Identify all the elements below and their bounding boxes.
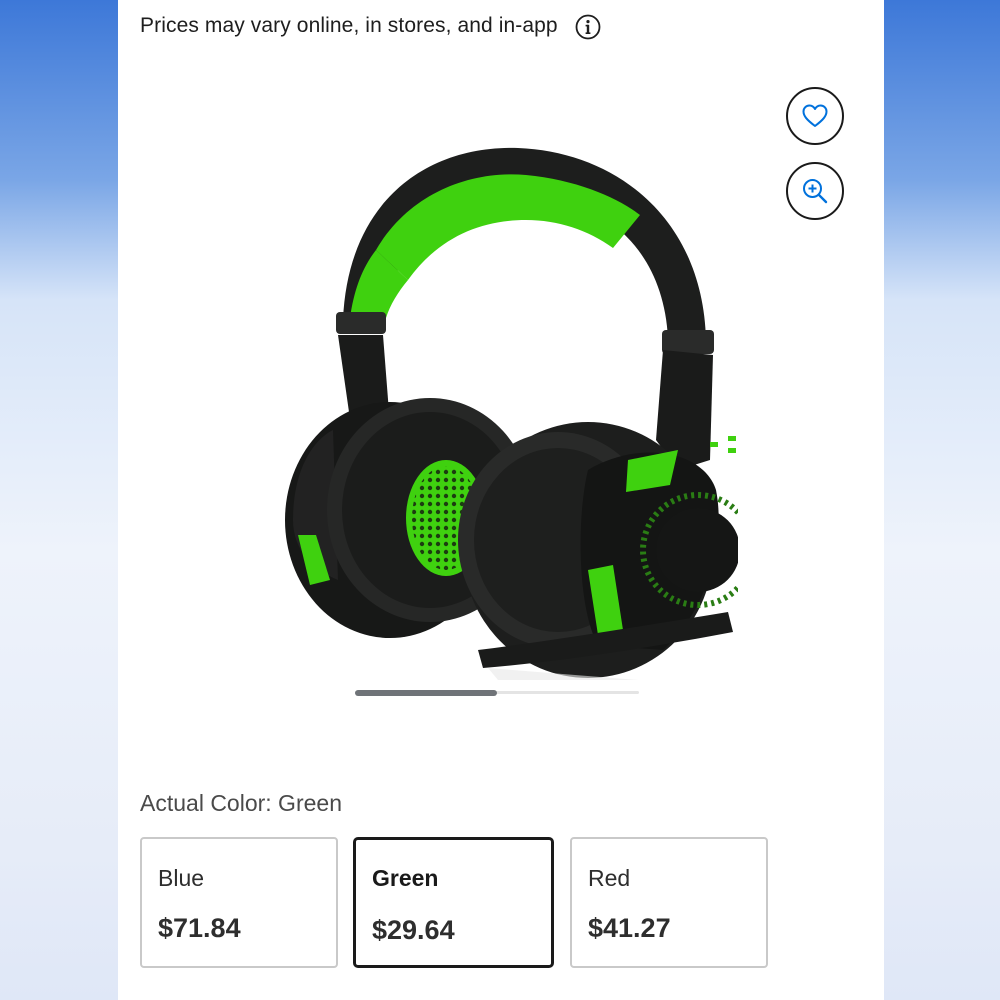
- image-carousel-indicator[interactable]: [355, 690, 639, 696]
- add-to-favorites-button[interactable]: [786, 87, 844, 145]
- actual-color-label: Actual Color: Green: [140, 790, 342, 816]
- price-disclaimer: Prices may vary online, in stores, and i…: [140, 14, 558, 37]
- color-option-blue[interactable]: Blue $71.84: [140, 837, 338, 968]
- color-option-red[interactable]: Red $41.27: [570, 837, 768, 968]
- zoom-image-button[interactable]: [786, 162, 844, 220]
- color-option-name: Blue: [158, 865, 205, 891]
- info-circle-icon[interactable]: [574, 13, 602, 41]
- color-option-price: $41.27: [588, 913, 671, 943]
- product-image-headset[interactable]: [258, 140, 738, 680]
- carousel-position-thumb: [355, 690, 497, 696]
- color-option-name: Green: [372, 865, 439, 891]
- color-option-price: $29.64: [372, 915, 455, 945]
- color-option-price: $71.84: [158, 913, 241, 943]
- zoom-in-icon: [803, 179, 828, 204]
- product-panel: Prices may vary online, in stores, and i…: [118, 0, 884, 1000]
- color-option-name: Red: [588, 865, 631, 891]
- heart-icon: [802, 104, 828, 127]
- color-option-green[interactable]: Green $29.64: [353, 837, 554, 968]
